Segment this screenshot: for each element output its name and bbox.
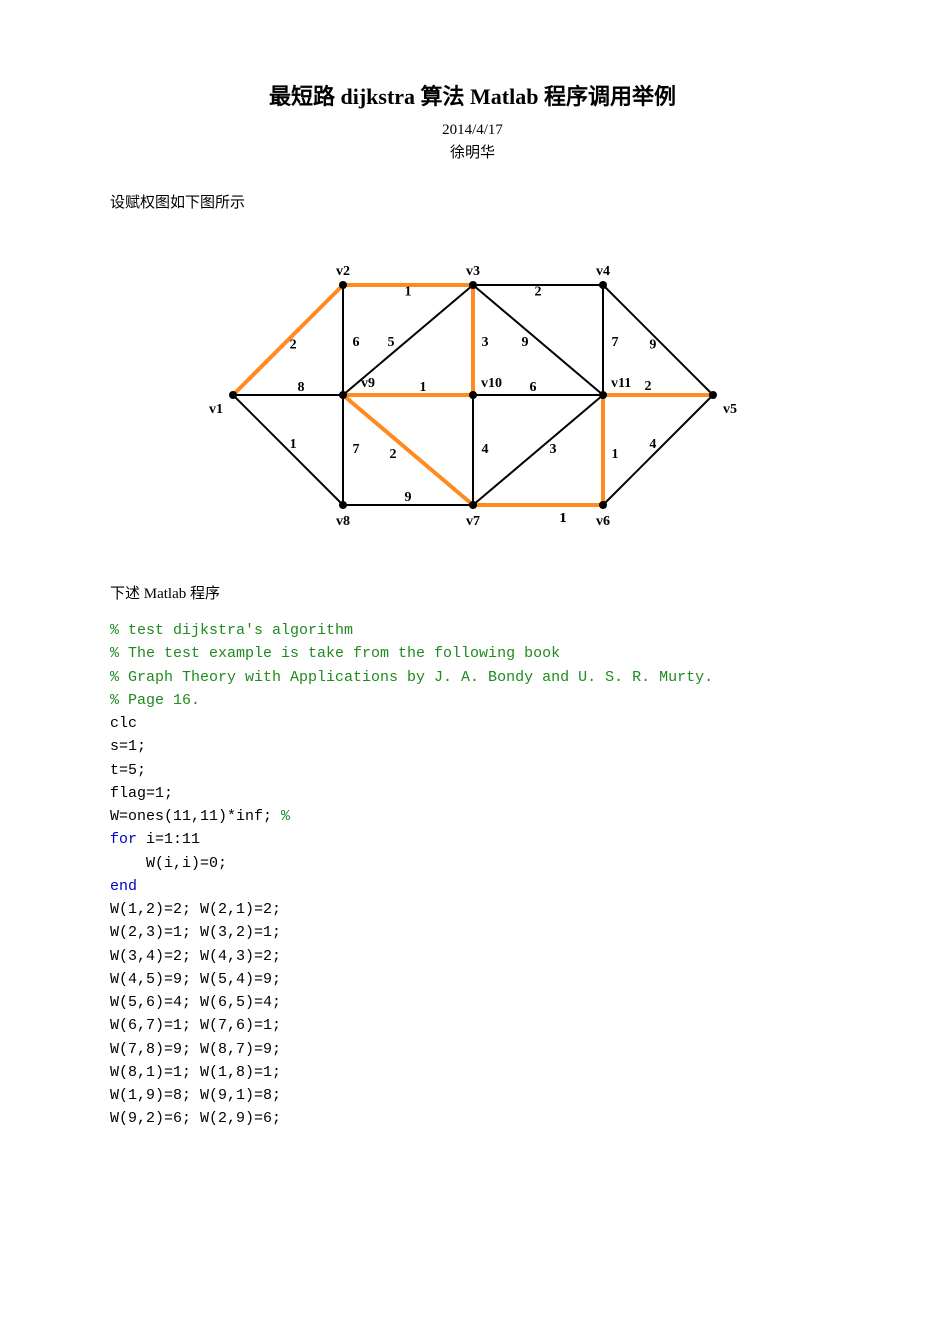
vertex-v8 [339,501,347,509]
vertex-v3 [469,281,477,289]
matlab-code-block: % test dijkstra's algorithm % The test e… [110,619,835,1131]
vertex-v5 [709,391,717,399]
edge-weight-v3-v4: 2 [534,284,541,299]
graph-diagram: 21294191865721346793121v1v2v3v4v5v6v7v8v… [110,245,835,553]
vertex-v9 [339,391,347,399]
vertex-label-v9: v9 [361,376,375,391]
vertex-label-v2: v2 [336,264,350,279]
page-author: 徐明华 [110,142,835,165]
edge-weight-v9-v2: 6 [352,335,359,350]
edge-weight-v11-v4: 7 [611,335,618,350]
vertex-label-v10: v10 [481,376,502,391]
code-line: W(1,9)=8; W(9,1)=8; [110,1087,281,1104]
vertex-label-v8: v8 [336,514,350,529]
edge-weight-v10-v11: 6 [529,380,536,395]
edge-weight-v7-v8: 9 [404,490,411,505]
edge-weight-v10-v3: 3 [481,335,488,350]
edge-weight-v9-v7: 2 [389,447,396,462]
code-line: end [110,878,137,895]
code-line: t=5; [110,762,146,779]
code-line: clc [110,715,137,732]
vertex-label-v3: v3 [466,264,480,279]
edge-weight-v1-v9: 8 [297,380,304,395]
edge-weight-v1-v2: 2 [289,337,296,352]
code-line: W(i,i)=0; [110,855,227,872]
vertex-label-v1: v1 [209,402,223,417]
vertex-v1 [229,391,237,399]
vertex-v4 [599,281,607,289]
page-date: 2014/4/17 [110,119,835,142]
edge-v9-v7 [343,395,473,505]
edge-weight-v7-v6: 1 [559,511,566,526]
weighted-graph-svg: 21294191865721346793121v1v2v3v4v5v6v7v8v… [173,245,773,545]
code-line: % Page 16. [110,692,200,709]
edge-weight-v8-v1: 1 [289,437,296,452]
edge-weight-v11-v3: 9 [521,335,528,350]
vertex-v7 [469,501,477,509]
intro-text: 设赋权图如下图所示 [110,192,835,215]
edge-weight-v11-v7: 3 [549,442,556,457]
code-line: W(1,2)=2; W(2,1)=2; [110,901,281,918]
vertex-v11 [599,391,607,399]
edge-weight-v9-v10: 1 [419,380,426,395]
code-line: W(3,4)=2; W(4,3)=2; [110,948,281,965]
edge-weight-v10-v7: 4 [481,442,488,457]
code-line: W(4,5)=9; W(5,4)=9; [110,971,281,988]
edge-weight-v9-v3: 5 [387,335,394,350]
edge-weight-v9-v8: 7 [352,442,359,457]
code-line: W(6,7)=1; W(7,6)=1; [110,1017,281,1034]
edge-v8-v1 [233,395,343,505]
vertex-label-v5: v5 [723,402,737,417]
code-line: W(7,8)=9; W(8,7)=9; [110,1041,281,1058]
code-line: W(5,6)=4; W(6,5)=4; [110,994,281,1011]
edge-v5-v6 [603,395,713,505]
vertex-v6 [599,501,607,509]
vertex-label-v6: v6 [596,514,610,529]
edge-v1-v2 [233,285,343,395]
code-line: W(9,2)=6; W(2,9)=6; [110,1110,281,1127]
edge-weight-v11-v5: 2 [644,379,651,394]
code-line: % The test example is take from the foll… [110,645,560,662]
edge-v11-v7 [473,395,603,505]
code-subheading: 下述 Matlab 程序 [110,583,835,606]
code-line: % test dijkstra's algorithm [110,622,353,639]
code-line: % Graph Theory with Applications by J. A… [110,669,713,686]
edge-weight-v11-v6: 1 [611,447,618,462]
vertex-v10 [469,391,477,399]
code-line: flag=1; [110,785,173,802]
vertex-label-v4: v4 [596,264,610,279]
code-line: W(8,1)=1; W(1,8)=1; [110,1064,281,1081]
edge-weight-v4-v5: 9 [649,337,656,352]
vertex-v2 [339,281,347,289]
edge-weight-v5-v6: 4 [649,437,656,452]
code-line: s=1; [110,738,146,755]
edge-weight-v2-v3: 1 [404,284,411,299]
code-line: W(2,3)=1; W(3,2)=1; [110,924,281,941]
page-title: 最短路 dijkstra 算法 Matlab 程序调用举例 [110,80,835,113]
vertex-label-v11: v11 [611,376,631,391]
vertex-label-v7: v7 [466,514,480,529]
